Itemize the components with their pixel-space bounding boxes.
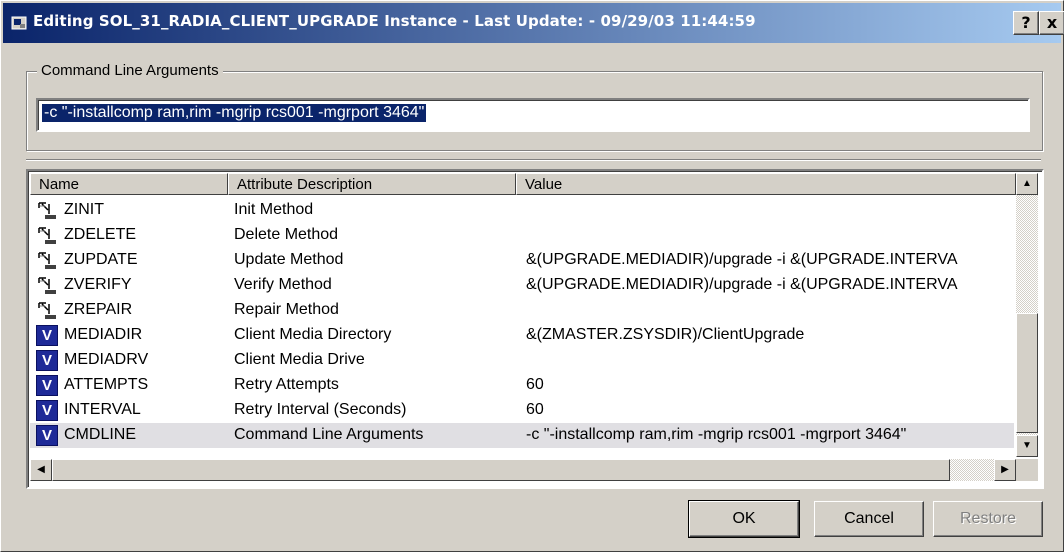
- row-description: Retry Attempts: [234, 376, 339, 393]
- row-name: INTERVAL: [64, 401, 141, 418]
- close-button[interactable]: x: [1039, 11, 1064, 35]
- table-row[interactable]: ZDELETE Delete Method: [30, 223, 1014, 248]
- help-button[interactable]: ?: [1013, 11, 1039, 35]
- row-description: Repair Method: [234, 301, 339, 318]
- attribute-list[interactable]: Name Attribute Description Value ZINIT In…: [26, 169, 1044, 489]
- table-row[interactable]: V CMDLINE Command Line Arguments -c "-insta…: [30, 423, 1014, 448]
- row-value: -c "-installcomp ram,rim -mgrip rcs001 -…: [526, 426, 907, 443]
- row-description: Command Line Arguments: [234, 426, 424, 443]
- ok-button[interactable]: OK: [688, 500, 800, 538]
- row-value: &(ZMASTER.ZSYSDIR)/ClientUpgrade: [526, 326, 805, 343]
- edit-instance-dialog: Editing SOL_31_RADIA_CLIENT_UPGRADE Inst…: [0, 0, 1064, 552]
- vertical-scroll-thumb[interactable]: [1016, 313, 1038, 433]
- row-value: 60: [526, 376, 544, 393]
- row-value: &(UPGRADE.MEDIADIR)/upgrade -i &(UPGRADE…: [526, 276, 958, 293]
- method-icon: [36, 275, 58, 296]
- scroll-down-button[interactable]: ▼: [1016, 435, 1038, 457]
- row-name: ZUPDATE: [64, 251, 138, 268]
- table-row[interactable]: ZVERIFY Verify Method &(UPGRADE.MEDIADIR)/…: [30, 273, 1014, 298]
- row-name: MEDIADRV: [64, 351, 149, 368]
- title-bar[interactable]: Editing SOL_31_RADIA_CLIENT_UPGRADE Inst…: [3, 3, 1064, 43]
- row-name: ZINIT: [64, 201, 104, 218]
- row-description: Client Media Drive: [234, 351, 365, 368]
- horizontal-scrollbar[interactable]: ◀ ▶: [30, 459, 1016, 481]
- row-value: &(UPGRADE.MEDIADIR)/upgrade -i &(UPGRADE…: [526, 251, 958, 268]
- window-title: Editing SOL_31_RADIA_CLIENT_UPGRADE Inst…: [33, 12, 756, 30]
- table-row[interactable]: V MEDIADRV Client Media Drive: [30, 348, 1014, 373]
- app-icon: [11, 16, 27, 30]
- command-line-group-label: Command Line Arguments: [37, 62, 223, 79]
- variable-icon: V: [36, 375, 58, 396]
- table-row[interactable]: V INTERVAL Retry Interval (Seconds) 60: [30, 398, 1014, 423]
- row-name: MEDIADIR: [64, 326, 143, 343]
- command-line-selected-text: -c "-installcomp ram,rim -mgrip rcs001 -…: [42, 104, 427, 122]
- method-icon: [36, 225, 58, 246]
- column-header-name[interactable]: Name: [30, 173, 228, 195]
- separator: [26, 159, 1041, 161]
- variable-icon: V: [36, 350, 58, 371]
- scroll-corner: [1016, 459, 1038, 481]
- row-description: Client Media Directory: [234, 326, 392, 343]
- vertical-scrollbar[interactable]: ▲ ▼: [1016, 173, 1038, 457]
- variable-icon: V: [36, 425, 58, 446]
- restore-button[interactable]: Restore: [933, 501, 1043, 537]
- row-name: ZDELETE: [64, 226, 137, 243]
- column-header-description[interactable]: Attribute Description: [228, 173, 516, 195]
- row-description: Verify Method: [234, 276, 332, 293]
- scroll-right-button[interactable]: ▶: [994, 459, 1016, 481]
- row-description: Retry Interval (Seconds): [234, 401, 407, 418]
- list-header: Name Attribute Description Value: [30, 173, 1020, 197]
- scroll-up-button[interactable]: ▲: [1016, 173, 1038, 195]
- table-row[interactable]: V MEDIADIR Client Media Directory &(ZMASTER…: [30, 323, 1014, 348]
- variable-icon: V: [36, 325, 58, 346]
- table-row[interactable]: ZINIT Init Method: [30, 198, 1014, 223]
- row-name: ATTEMPTS: [64, 376, 149, 393]
- row-name: CMDLINE: [64, 426, 137, 443]
- table-row[interactable]: ZUPDATE Update Method &(UPGRADE.MEDIADIR)/…: [30, 248, 1014, 273]
- horizontal-scroll-thumb[interactable]: [52, 459, 950, 481]
- method-icon: [36, 250, 58, 271]
- cancel-button[interactable]: Cancel: [814, 501, 924, 537]
- command-line-input[interactable]: -c "-installcomp ram,rim -mgrip rcs001 -…: [36, 98, 1030, 132]
- scroll-left-button[interactable]: ◀: [30, 459, 52, 481]
- row-description: Delete Method: [234, 226, 339, 243]
- row-name: ZREPAIR: [64, 301, 133, 318]
- table-row[interactable]: V ATTEMPTS Retry Attempts 60: [30, 373, 1014, 398]
- method-icon: [36, 200, 58, 221]
- method-icon: [36, 300, 58, 321]
- row-name: ZVERIFY: [64, 276, 132, 293]
- row-description: Update Method: [234, 251, 344, 268]
- row-description: Init Method: [234, 201, 314, 218]
- column-header-value[interactable]: Value: [516, 173, 1016, 195]
- table-row[interactable]: ZREPAIR Repair Method: [30, 298, 1014, 323]
- row-value: 60: [526, 401, 544, 418]
- variable-icon: V: [36, 400, 58, 421]
